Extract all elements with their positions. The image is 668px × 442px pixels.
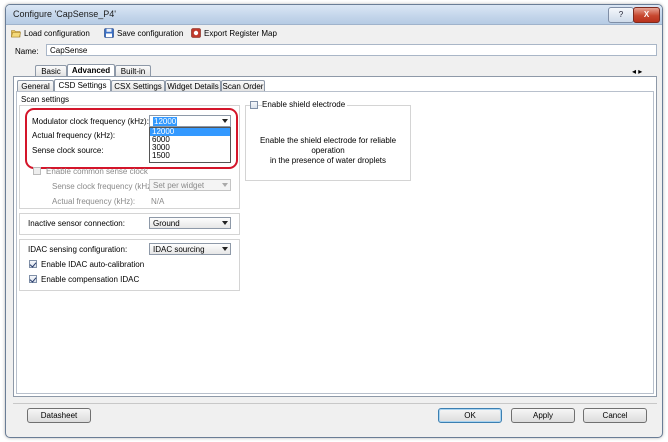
compensation-idac-label: Enable compensation IDAC bbox=[41, 275, 140, 284]
apply-button[interactable]: Apply bbox=[511, 408, 575, 423]
tab-widget-details[interactable]: Widget Details bbox=[165, 80, 221, 91]
folder-open-icon bbox=[11, 28, 21, 38]
tab-built-in[interactable]: Built-in bbox=[115, 65, 151, 76]
sense-clock-frequency-label: Sense clock frequency (kHz): bbox=[52, 182, 157, 191]
chevron-down-icon bbox=[222, 221, 228, 225]
chevron-down-icon bbox=[222, 247, 228, 251]
export-icon bbox=[191, 28, 201, 38]
shield-electrode-checkbox[interactable] bbox=[250, 101, 258, 109]
tab-general[interactable]: General bbox=[17, 80, 54, 91]
configure-dialog: Configure 'CapSense_P4' ? X Load configu… bbox=[5, 4, 663, 438]
idac-auto-calibration-label: Enable IDAC auto-calibration bbox=[41, 260, 145, 269]
name-label: Name: bbox=[15, 47, 39, 56]
load-configuration-label: Load configuration bbox=[24, 28, 90, 38]
tab-advanced[interactable]: Advanced bbox=[67, 64, 115, 76]
actual-frequency2-label: Actual frequency (kHz): bbox=[52, 197, 136, 206]
idac-auto-calibration-checkbox[interactable] bbox=[29, 260, 37, 268]
sense-clock-frequency-select[interactable]: Set per widget bbox=[149, 179, 231, 191]
idac-sensing-value: IDAC sourcing bbox=[153, 245, 205, 254]
save-configuration-button[interactable]: Save configuration bbox=[104, 27, 183, 39]
actual-frequency2-value: N/A bbox=[151, 197, 165, 206]
inactive-sensor-select[interactable]: Ground bbox=[149, 217, 231, 229]
tab-csd-settings[interactable]: CSD Settings bbox=[54, 79, 111, 91]
shield-electrode-label: Enable shield electrode bbox=[262, 100, 348, 109]
floppy-disk-icon bbox=[104, 28, 114, 38]
footer-divider bbox=[13, 403, 657, 404]
export-register-map-label: Export Register Map bbox=[204, 28, 277, 38]
idac-sensing-select[interactable]: IDAC sourcing bbox=[149, 243, 231, 255]
tab-basic[interactable]: Basic bbox=[35, 65, 67, 76]
close-button[interactable]: X bbox=[633, 7, 660, 23]
tab-scroll-arrows[interactable]: ◂ ▸ bbox=[632, 67, 642, 76]
save-configuration-label: Save configuration bbox=[117, 28, 184, 38]
highlight-annotation bbox=[25, 108, 238, 169]
tab-scan-order[interactable]: Scan Order bbox=[221, 80, 265, 91]
common-sense-clock-label: Enable common sense clock bbox=[46, 167, 148, 176]
inactive-sensor-label: Inactive sensor connection: bbox=[28, 219, 125, 228]
tab-csx-settings[interactable]: CSX Settings bbox=[111, 80, 165, 91]
inactive-sensor-value: Ground bbox=[153, 219, 180, 228]
cancel-button[interactable]: Cancel bbox=[583, 408, 647, 423]
window-title: Configure 'CapSense_P4' bbox=[13, 9, 117, 19]
common-sense-clock-checkbox[interactable] bbox=[33, 167, 41, 175]
scan-settings-title: Scan settings bbox=[21, 95, 70, 104]
load-configuration-button[interactable]: Load configuration bbox=[11, 27, 90, 39]
sense-clock-frequency-value: Set per widget bbox=[153, 181, 205, 190]
chevron-down-icon bbox=[222, 183, 228, 187]
compensation-idac-checkbox[interactable] bbox=[29, 275, 37, 283]
ok-button[interactable]: OK bbox=[438, 408, 502, 423]
datasheet-button[interactable]: Datasheet bbox=[27, 408, 91, 423]
shield-description-line2: in the presence of water droplets bbox=[269, 156, 387, 165]
shield-description: Enable the shield electrode for reliable… bbox=[245, 136, 411, 166]
help-button[interactable]: ? bbox=[608, 7, 634, 23]
shield-description-line1: Enable the shield electrode for reliable… bbox=[259, 136, 397, 155]
idac-sensing-label: IDAC sensing configuration: bbox=[28, 245, 128, 254]
name-input[interactable]: CapSense bbox=[46, 44, 657, 56]
export-register-map-button[interactable]: Export Register Map bbox=[191, 27, 277, 39]
title-bar[interactable]: Configure 'CapSense_P4' ? X bbox=[6, 5, 662, 25]
toolbar: Load configuration Save configuration Ex… bbox=[6, 25, 662, 41]
